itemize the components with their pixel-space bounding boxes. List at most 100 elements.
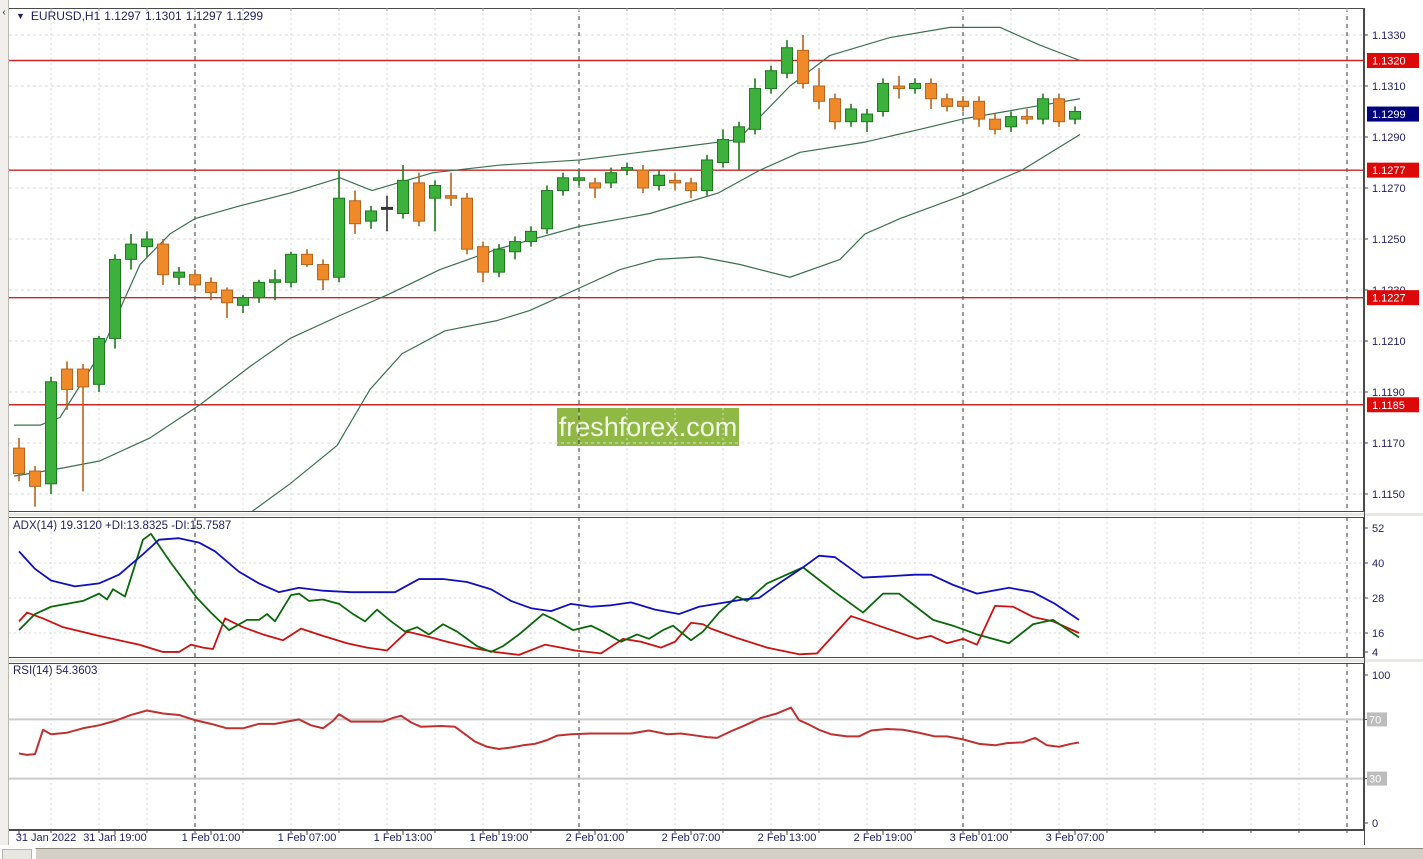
horizontal-scrollbar[interactable] bbox=[0, 845, 1423, 859]
time-axis-label[interactable]: 2 Feb 13:00 bbox=[758, 832, 817, 844]
adx-axis-label: 40 bbox=[1372, 558, 1384, 570]
candle-body bbox=[125, 243, 137, 260]
time-axis-label[interactable]: 2 Feb 19:00 bbox=[854, 832, 913, 844]
panel-splitter[interactable] bbox=[0, 659, 1423, 662]
watermark-text: freshforex.com bbox=[559, 412, 738, 442]
candle-body bbox=[189, 274, 201, 286]
candle-body bbox=[141, 238, 153, 248]
candle-body bbox=[477, 246, 489, 273]
red-level-badge: 1.1227 bbox=[1372, 293, 1406, 305]
candle-body bbox=[269, 279, 281, 283]
candle-body bbox=[621, 167, 633, 171]
candle-body bbox=[365, 210, 377, 222]
time-axis-label[interactable]: 31 Jan 19:00 bbox=[83, 832, 147, 844]
rsi-axis-label: 100 bbox=[1372, 670, 1390, 682]
candle-body bbox=[413, 182, 425, 222]
symbol-dropdown-icon[interactable]: ▼ bbox=[16, 11, 25, 21]
candle-body bbox=[493, 248, 505, 273]
time-axis-label[interactable]: 1 Feb 01:00 bbox=[182, 832, 241, 844]
adx-axis-label: 16 bbox=[1372, 628, 1384, 640]
candle-body bbox=[45, 381, 57, 485]
candle-body bbox=[157, 243, 169, 276]
candle-body bbox=[205, 281, 217, 294]
candle-body bbox=[989, 118, 1001, 130]
candle-body bbox=[701, 159, 713, 192]
rsi-plot[interactable] bbox=[9, 663, 1364, 830]
time-axis-label[interactable]: 3 Feb 07:00 bbox=[1046, 832, 1105, 844]
panel-splitter[interactable] bbox=[0, 513, 1423, 516]
candle-body bbox=[829, 98, 841, 123]
candle-body bbox=[333, 197, 345, 278]
candle-body bbox=[813, 85, 825, 102]
candle-body bbox=[557, 177, 569, 192]
candle-body bbox=[861, 113, 873, 123]
candle-body bbox=[1053, 98, 1065, 123]
mt4-chart-window: freshforex.com 1.1330 1.1310 1.1290 1.1270 1.… bbox=[0, 0, 1423, 859]
time-axis-label[interactable]: 1 Feb 13:00 bbox=[374, 832, 433, 844]
price-axis-label: 1.1210 bbox=[1372, 336, 1406, 348]
price-axis-label: 1.1270 bbox=[1372, 183, 1406, 195]
candle-body bbox=[797, 49, 809, 84]
candle-body bbox=[925, 82, 937, 100]
candle-body bbox=[573, 177, 585, 181]
price-axis-label: 1.1170 bbox=[1372, 438, 1405, 450]
symbol-timeframe: EURUSD,H1 bbox=[30, 9, 101, 23]
adx-axis-label: 52 bbox=[1372, 523, 1384, 535]
candle-body bbox=[29, 470, 41, 487]
candle-body bbox=[669, 179, 681, 184]
price-axis-label: 1.1310 bbox=[1372, 81, 1406, 93]
candle-body bbox=[749, 88, 761, 130]
adx-indicator-label: ADX(14) 19.3120 +DI:13.8325 -DI:15.7587 bbox=[13, 520, 232, 532]
candle-body bbox=[1069, 111, 1081, 120]
candle-body bbox=[301, 253, 313, 266]
candle-body bbox=[1037, 98, 1049, 120]
candle-body bbox=[957, 100, 969, 107]
candle-body bbox=[173, 271, 185, 278]
time-axis-label[interactable]: 1 Feb 19:00 bbox=[470, 832, 529, 844]
candle-body bbox=[893, 85, 905, 90]
current-price-badge: 1.1299 bbox=[1372, 109, 1406, 121]
time-axis-label[interactable]: 31 Jan 2022 bbox=[16, 832, 77, 844]
candle-body bbox=[445, 195, 457, 199]
candle-body bbox=[605, 172, 617, 184]
price-axis-label: 1.1190 bbox=[1372, 387, 1405, 399]
candle-body bbox=[317, 264, 329, 281]
rsi-indicator-label: RSI(14) 54.3603 bbox=[13, 665, 98, 677]
candle-body bbox=[653, 174, 665, 186]
time-axis-label[interactable]: 2 Feb 07:00 bbox=[662, 832, 721, 844]
price-axis-label: 1.1330 bbox=[1372, 30, 1406, 42]
candle-body bbox=[253, 281, 265, 299]
quote-low: 1.1297 bbox=[185, 9, 223, 23]
candle-body bbox=[381, 206, 393, 210]
chart-canvas[interactable]: freshforex.com 1.1330 1.1310 1.1290 1.1270 1.… bbox=[0, 0, 1423, 859]
candle-body bbox=[429, 184, 441, 199]
candle-body bbox=[717, 139, 729, 164]
candle-body bbox=[685, 182, 697, 192]
scrollbar-left-button[interactable] bbox=[2, 849, 32, 859]
candle-body bbox=[909, 82, 921, 90]
candle-body bbox=[93, 337, 105, 385]
rsi-axis-label: 0 bbox=[1372, 818, 1378, 830]
candle-body bbox=[77, 368, 89, 388]
price-axis-label: 1.1250 bbox=[1372, 234, 1406, 246]
time-axis-label[interactable]: 2 Feb 01:00 bbox=[566, 832, 625, 844]
scrollbar-thumb[interactable] bbox=[35, 848, 1423, 859]
price-axis-label: 1.1290 bbox=[1372, 132, 1406, 144]
time-axis-label[interactable]: 1 Feb 07:00 bbox=[278, 832, 337, 844]
adx-axis-label: 4 bbox=[1372, 647, 1378, 659]
candle-body bbox=[509, 241, 521, 253]
candle-body bbox=[941, 98, 953, 107]
candle-body bbox=[13, 447, 25, 475]
collapse-panel-button[interactable]: ‹ bbox=[0, 6, 8, 20]
candle-body bbox=[589, 182, 601, 189]
time-axis-label[interactable]: 3 Feb 01:00 bbox=[950, 832, 1009, 844]
quote-high: 1.1301 bbox=[144, 9, 182, 23]
candle-body bbox=[877, 82, 889, 112]
candle-body bbox=[461, 197, 473, 250]
red-level-badge: 1.1185 bbox=[1372, 400, 1405, 412]
candle-body bbox=[525, 230, 537, 243]
candle-body bbox=[733, 126, 745, 143]
candle-body bbox=[637, 169, 649, 189]
adx-axis-label: 28 bbox=[1372, 593, 1384, 605]
candle-body bbox=[765, 70, 777, 90]
